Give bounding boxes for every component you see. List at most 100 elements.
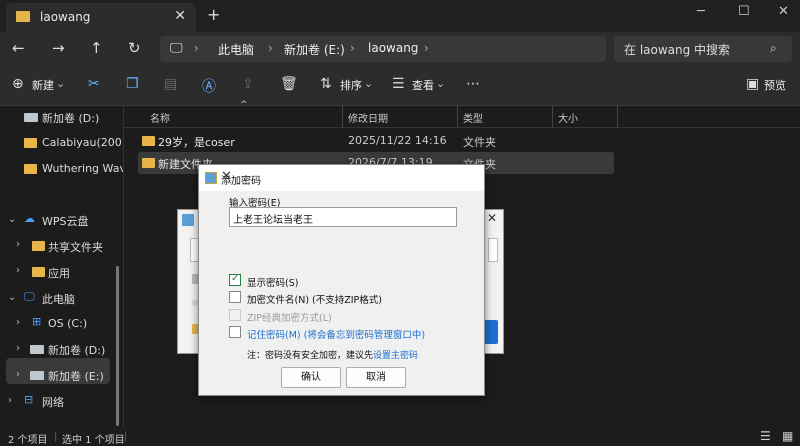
- refresh-icon[interactable]: ↻: [128, 39, 141, 57]
- status-bar: 2 个项目 | 选中 1 个项目 | ☰ ▦: [0, 428, 800, 446]
- breadcrumb-drive-e[interactable]: 新加卷 (E:): [284, 41, 345, 58]
- back-icon[interactable]: ←: [12, 39, 25, 57]
- search-input[interactable]: 在 laowang 中搜索 ⌕: [614, 36, 792, 62]
- cut-icon[interactable]: ✂: [88, 76, 100, 92]
- column-divider[interactable]: [342, 106, 343, 128]
- chevron-right-icon[interactable]: ›: [16, 369, 20, 380]
- chevron-down-icon: ⌄: [436, 77, 446, 90]
- minimize-button[interactable]: ─: [697, 4, 705, 19]
- tab-title: laowang: [40, 10, 91, 24]
- folder-icon: [16, 11, 30, 22]
- chevron-icon: ›: [194, 41, 199, 55]
- sidebar-item-drive-c[interactable]: OS (C:): [48, 317, 87, 330]
- cancel-button[interactable]: 取消: [346, 367, 406, 388]
- encrypt-names-checkbox[interactable]: [229, 291, 241, 303]
- chevron-right-icon[interactable]: ›: [16, 239, 20, 250]
- rename-icon[interactable]: Ⓐ: [202, 76, 216, 96]
- plus-icon: ⊕: [12, 76, 24, 92]
- drive-icon: [24, 113, 38, 122]
- maximize-button[interactable]: ☐: [738, 4, 750, 19]
- column-divider[interactable]: [552, 106, 553, 128]
- column-size[interactable]: 大小: [558, 110, 578, 125]
- table-row[interactable]: 29岁，是coser 2025/11/22 14:16 文件夹: [138, 130, 614, 152]
- close-tab-icon[interactable]: ✕: [174, 8, 186, 24]
- view-button[interactable]: 查看: [412, 77, 434, 93]
- chevron-down-icon[interactable]: ⌄: [8, 214, 16, 225]
- forward-icon[interactable]: →: [52, 39, 65, 57]
- sidebar-item-network[interactable]: 网络: [42, 394, 64, 410]
- column-divider[interactable]: [457, 106, 458, 128]
- sort-button[interactable]: 排序: [340, 77, 362, 93]
- share-icon[interactable]: ⇪: [242, 76, 254, 92]
- search-icon: ⌕: [770, 41, 777, 55]
- close-window-button[interactable]: ✕: [778, 4, 789, 19]
- paste-icon[interactable]: ▤: [164, 76, 177, 92]
- file-date: 2025/11/22 14:16: [348, 134, 447, 147]
- folder-icon: [142, 158, 155, 168]
- close-icon[interactable]: ✕: [487, 211, 497, 225]
- preview-button[interactable]: 预览: [764, 77, 786, 93]
- column-type[interactable]: 类型: [463, 110, 483, 125]
- status-separator: |: [54, 431, 58, 442]
- sidebar-item-drive-d[interactable]: 新加卷 (D:): [42, 110, 99, 126]
- sidebar-item-shared[interactable]: 共享文件夹: [48, 239, 103, 255]
- remember-password-label[interactable]: 记住密码(M) (将会备忘到密码管理窗口中): [247, 327, 425, 341]
- folder-icon: [142, 136, 155, 146]
- sort-up-icon: ^: [240, 100, 248, 110]
- show-password-checkbox[interactable]: [229, 273, 241, 286]
- column-date[interactable]: 修改日期: [348, 110, 388, 125]
- chevron-right-icon[interactable]: ›: [16, 265, 20, 276]
- computer-icon: 🖵: [24, 290, 35, 303]
- column-name[interactable]: 名称: [150, 110, 170, 125]
- password-value: 上老王论坛当老王: [233, 215, 313, 226]
- navigation-bar: ← → ↑ ↻ 🖵 › 此电脑 › 新加卷 (E:) › laowang › 在…: [0, 32, 800, 64]
- chevron-right-icon[interactable]: ›: [8, 395, 12, 406]
- preview-pane-icon: ▣: [746, 76, 760, 92]
- start-button[interactable]: [484, 320, 498, 344]
- chevron-right-icon[interactable]: ›: [16, 343, 20, 354]
- password-input[interactable]: 上老王论坛当老王: [229, 207, 457, 227]
- zip-classic-checkbox[interactable]: [229, 309, 241, 321]
- breadcrumb-laowang[interactable]: laowang: [368, 41, 418, 55]
- drive-icon: [30, 345, 44, 354]
- address-bar[interactable]: 🖵 › 此电脑 › 新加卷 (E:) › laowang ›: [160, 36, 606, 62]
- view-icon: ☰: [392, 76, 405, 92]
- sidebar-item-wuthering[interactable]: Wuthering Wav: [42, 162, 123, 175]
- file-name: 29岁，是coser: [158, 136, 235, 149]
- up-icon[interactable]: ↑: [90, 39, 103, 57]
- sidebar-item-drive-e[interactable]: 新加卷 (E:): [48, 368, 104, 384]
- sidebar-item-this-pc[interactable]: 此电脑: [42, 291, 75, 307]
- sidebar-item-wps[interactable]: WPS云盘: [42, 213, 89, 229]
- folder-icon: [24, 164, 37, 174]
- tab-laowang[interactable]: laowang ✕: [6, 3, 196, 32]
- text-field[interactable]: [488, 238, 498, 262]
- sidebar-item-drive-d2[interactable]: 新加卷 (D:): [48, 342, 105, 358]
- drive-icon: [30, 371, 44, 380]
- new-tab-button[interactable]: +: [207, 5, 220, 24]
- more-icon[interactable]: ⋯: [466, 76, 480, 92]
- new-button[interactable]: 新建: [32, 77, 54, 93]
- item-count: 2 个项目: [8, 435, 48, 446]
- folder-icon: [32, 267, 45, 277]
- delete-icon[interactable]: 🗑: [280, 76, 298, 92]
- windows-drive-icon: ⊞: [32, 315, 42, 328]
- copy-icon[interactable]: ❐: [126, 76, 139, 92]
- column-divider[interactable]: [617, 106, 618, 128]
- sidebar-item-calabiyau[interactable]: Calabiyau(2001: [42, 136, 123, 149]
- set-master-password-link[interactable]: 设置主密码: [373, 348, 418, 361]
- remember-password-checkbox[interactable]: [229, 326, 241, 338]
- sidebar-item-apps[interactable]: 应用: [48, 265, 70, 281]
- cloud-icon: ☁: [24, 212, 35, 225]
- tiles-view-icon[interactable]: ▦: [782, 429, 793, 443]
- sidebar-scrollbar[interactable]: [116, 266, 119, 426]
- close-icon[interactable]: ✕: [221, 169, 476, 184]
- title-bar: laowang ✕ + ─ ☐ ✕: [0, 0, 800, 32]
- breadcrumb-this-pc[interactable]: 此电脑: [218, 41, 254, 58]
- column-header: 名称 ^ 修改日期 类型 大小: [124, 100, 800, 128]
- ok-button[interactable]: 确认: [281, 367, 341, 388]
- chevron-right-icon[interactable]: ›: [16, 317, 20, 328]
- details-view-icon[interactable]: ☰: [760, 429, 771, 443]
- command-bar: ⊕ 新建 ⌄ ✂ ❐ ▤ Ⓐ ⇪ 🗑 ⇅ 排序 ⌄ ☰ 查看 ⌄ ⋯ ▣ 预览: [0, 64, 800, 106]
- chevron-down-icon[interactable]: ⌄: [8, 292, 16, 303]
- chevron-icon: ›: [268, 41, 273, 55]
